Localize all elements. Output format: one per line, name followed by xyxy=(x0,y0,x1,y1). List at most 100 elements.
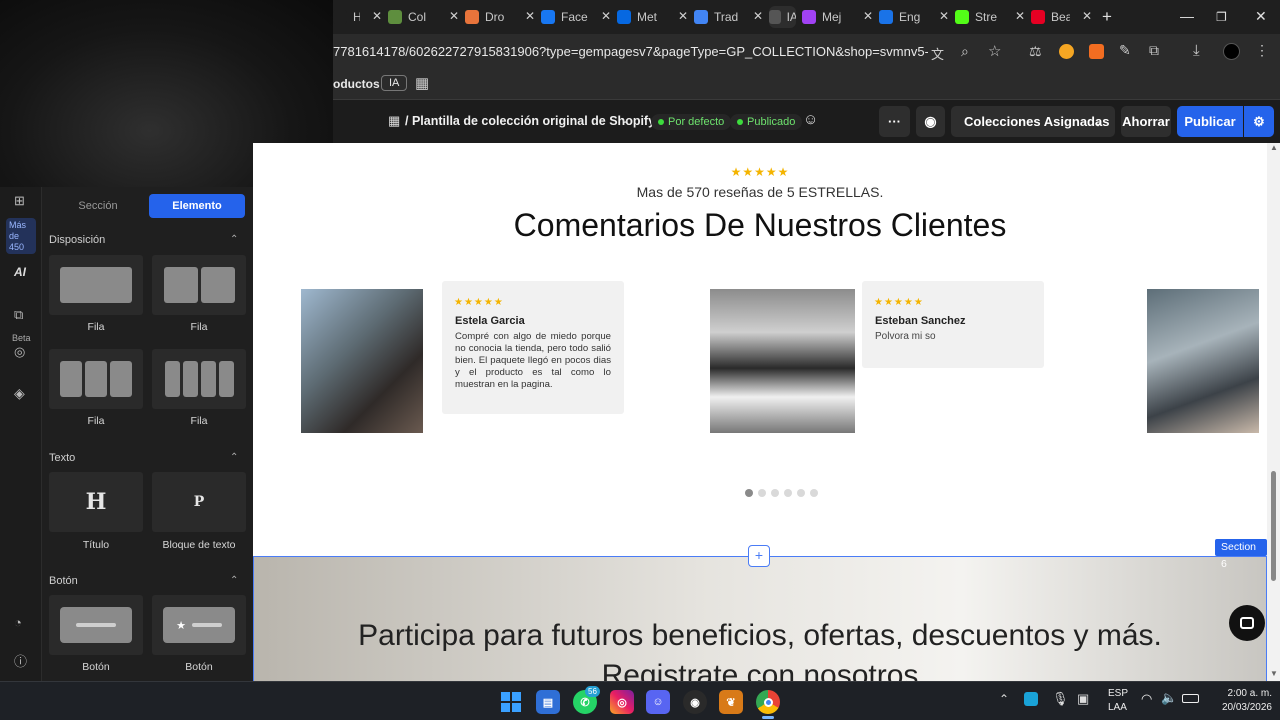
browser-tab[interactable]: Hor ✕ xyxy=(333,6,382,28)
tab-section[interactable]: Sección xyxy=(49,194,147,218)
row-1col-card[interactable] xyxy=(49,255,143,315)
close-window-icon[interactable]: ✕ xyxy=(1255,8,1267,25)
tab-element[interactable]: Elemento xyxy=(149,194,245,218)
layers-icon[interactable]: ◈ xyxy=(14,385,25,402)
close-tab-icon[interactable]: ✕ xyxy=(372,9,382,23)
row-3col-card[interactable] xyxy=(49,349,143,409)
ai-assist-icon[interactable]: ☺ xyxy=(803,111,818,128)
language-indicator[interactable]: ESP xyxy=(1108,688,1128,699)
scrollbar-thumb[interactable] xyxy=(1271,471,1276,581)
add-elements-icon[interactable]: ⊞ xyxy=(14,193,25,209)
browser-tab[interactable]: Stre ✕ xyxy=(955,6,1025,28)
carousel-dot[interactable] xyxy=(757,489,766,497)
eyedropper-icon[interactable]: ✎ xyxy=(1119,42,1131,59)
browser-tab[interactable]: Eng ✕ xyxy=(879,6,949,28)
text-section-header[interactable]: Texto xyxy=(49,452,75,464)
instagram-icon[interactable]: ◎ xyxy=(610,690,634,714)
beta-feature-icon[interactable]: ◎ xyxy=(14,344,25,360)
save-button[interactable]: Ahorrar xyxy=(1121,106,1171,137)
wifi-icon[interactable]: ◠ xyxy=(1141,691,1152,707)
obs-icon[interactable]: ◉ xyxy=(683,690,707,714)
carousel-dot[interactable] xyxy=(744,489,753,497)
close-tab-icon[interactable]: ✕ xyxy=(863,9,873,23)
zoom-icon[interactable]: ⌕ xyxy=(961,43,969,60)
chat-widget-button[interactable] xyxy=(1229,605,1265,641)
button-card[interactable] xyxy=(49,595,143,655)
publish-button[interactable]: Publicar xyxy=(1177,106,1243,137)
profile-avatar[interactable] xyxy=(1223,43,1240,60)
volume-icon[interactable]: 🔈 xyxy=(1161,690,1177,706)
chevron-down-icon[interactable]: ⌄ xyxy=(620,112,630,126)
row-2col-card[interactable] xyxy=(152,255,246,315)
browser-tab[interactable]: IA xyxy=(769,6,796,28)
browser-tab[interactable]: Met ✕ xyxy=(617,6,688,28)
chevron-up-icon[interactable]: ⌃ xyxy=(230,452,238,463)
close-tab-icon[interactable]: ✕ xyxy=(678,9,688,23)
apps-grid-icon[interactable]: ▦ xyxy=(415,74,429,92)
row-4col-card[interactable] xyxy=(152,349,246,409)
browser-tab[interactable]: Col ✕ xyxy=(388,6,459,28)
carousel-dot[interactable] xyxy=(809,489,818,497)
store-icon[interactable]: ▤ xyxy=(536,690,560,714)
close-tab-icon[interactable]: ✕ xyxy=(525,9,535,23)
bookmark-productos[interactable]: oductos xyxy=(333,77,380,91)
browser-menu-icon[interactable]: ⋮ xyxy=(1255,42,1269,59)
carousel-dot[interactable] xyxy=(796,489,805,497)
battery-icon[interactable] xyxy=(1182,694,1199,703)
download-icon[interactable]: ⤓ xyxy=(1193,42,1200,59)
browser-tab[interactable]: Trad ✕ xyxy=(694,6,763,28)
close-tab-icon[interactable]: ✕ xyxy=(939,9,949,23)
bookmark-ia[interactable]: IA xyxy=(381,75,408,91)
browser-tab[interactable]: Bea ✕ xyxy=(1031,6,1092,28)
minimize-icon[interactable]: — xyxy=(1180,8,1194,24)
page-breadcrumb[interactable]: / Plantilla de colección original de Sho… xyxy=(405,114,655,128)
extension-icon-3[interactable] xyxy=(1089,44,1104,59)
chevron-up-icon[interactable]: ⌃ xyxy=(230,234,238,245)
tray-security-icon[interactable] xyxy=(1024,692,1038,706)
help-icon[interactable]: ⓘ xyxy=(14,651,27,670)
carousel-dot[interactable] xyxy=(770,489,779,497)
tray-chevron-icon[interactable]: ⌃ xyxy=(999,692,1009,706)
extensions-puzzle-icon[interactable]: ⧉ xyxy=(1149,42,1159,59)
url-field[interactable]: 7781614178/602622727915831906?type=gempa… xyxy=(333,44,928,59)
windows-start-icon[interactable] xyxy=(499,690,523,714)
scroll-down-icon[interactable]: ▼ xyxy=(1270,669,1278,678)
clock-time[interactable]: 2:00 a. m. xyxy=(1210,688,1272,699)
bookmark-star-icon[interactable]: ☆ xyxy=(988,42,1001,60)
new-tab-button[interactable]: + xyxy=(1102,7,1112,27)
add-section-button[interactable]: + xyxy=(748,545,770,567)
microphone-icon[interactable]: 🎙 xyxy=(1052,691,1069,707)
button-section-header[interactable]: Botón xyxy=(49,575,78,587)
chevron-up-icon[interactable]: ⌃ xyxy=(230,575,238,586)
preview-eye-button[interactable]: ◉ xyxy=(916,106,945,137)
assigned-collections-dropdown[interactable]: Colecciones Asignadas ⌄ xyxy=(951,106,1115,137)
fl-studio-icon[interactable]: ❦ xyxy=(719,690,743,714)
browser-tab[interactable]: Dro ✕ xyxy=(465,6,535,28)
chrome-icon[interactable] xyxy=(756,690,780,714)
publish-settings-icon[interactable]: ⚙ xyxy=(1244,106,1274,137)
heading-card[interactable]: H xyxy=(49,472,143,532)
extension-icon-1[interactable]: ⚖ xyxy=(1029,43,1042,60)
extension-icon-2[interactable] xyxy=(1059,44,1074,59)
clock-date[interactable]: 20/03/2026 xyxy=(1200,702,1272,713)
canvas-scrollbar[interactable]: ▲ ▼ xyxy=(1267,143,1280,681)
carousel-dot[interactable] xyxy=(783,489,792,497)
close-tab-icon[interactable]: ✕ xyxy=(449,9,459,23)
discord-icon[interactable]: ☺ xyxy=(646,690,670,714)
templates-badge[interactable]: Más de 450 xyxy=(6,218,36,254)
close-tab-icon[interactable]: ✕ xyxy=(1015,9,1025,23)
browser-tab[interactable]: Face ✕ xyxy=(541,6,611,28)
pages-icon[interactable]: ⧉ xyxy=(14,307,23,323)
close-tab-icon[interactable]: ✕ xyxy=(1082,9,1092,23)
ai-icon[interactable]: AI xyxy=(14,265,26,279)
text-block-card[interactable]: P xyxy=(152,472,246,532)
restore-icon[interactable]: ❐ xyxy=(1216,10,1227,24)
translate-icon[interactable]: 文 xyxy=(931,44,944,63)
close-tab-icon[interactable]: ✕ xyxy=(753,9,763,23)
browser-tab[interactable]: Mej ✕ xyxy=(802,6,873,28)
close-tab-icon[interactable]: ✕ xyxy=(601,9,611,23)
tray-display-icon[interactable]: ▣ xyxy=(1077,691,1089,707)
scroll-up-icon[interactable]: ▲ xyxy=(1270,143,1278,152)
more-options-button[interactable]: ··· xyxy=(879,106,910,137)
icon-button-card[interactable]: ★ xyxy=(152,595,246,655)
